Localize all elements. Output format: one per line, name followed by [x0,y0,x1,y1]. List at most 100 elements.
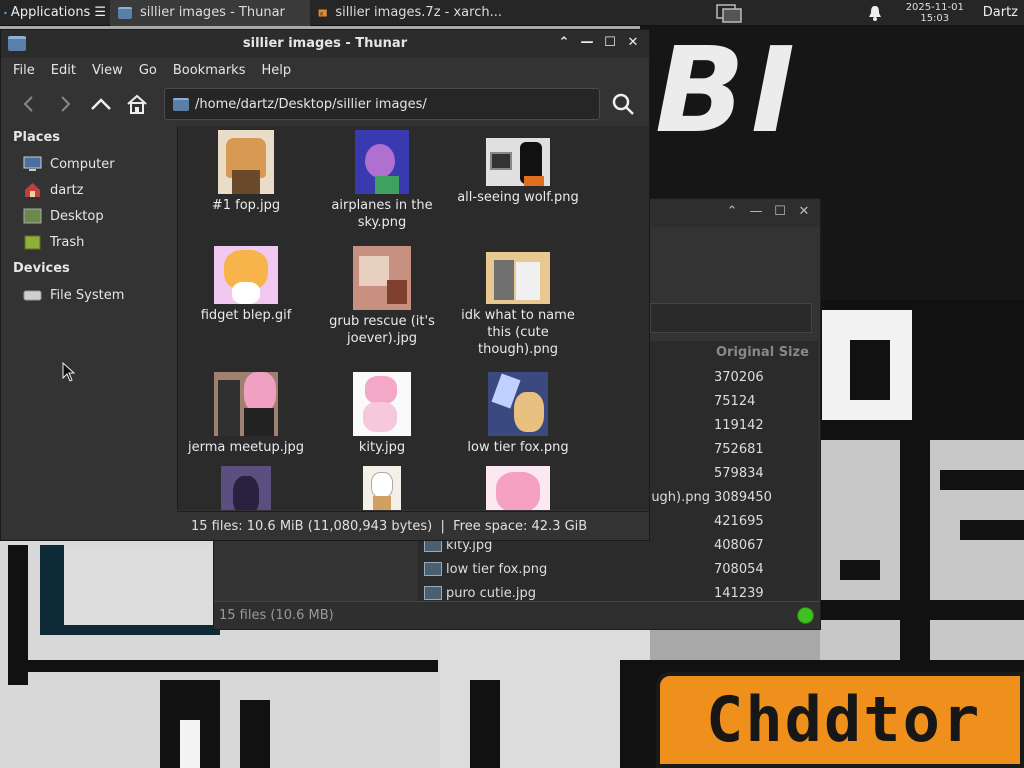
file-item[interactable]: grub rescue (it's joever).jpg [314,246,450,347]
wallpaper-pixel [240,700,270,768]
menu-view[interactable]: View [84,63,131,78]
wallpaper-sign-text: Chddtor [706,683,982,756]
clock-date: 2025-11-01 [905,1,964,13]
location-bar[interactable]: /home/dartz/Desktop/sillier images/ [164,88,600,120]
sidebar-item-label: Desktop [50,208,104,224]
chevron-up-icon[interactable]: ⌃ [724,204,740,219]
sidebar-header-places: Places [13,130,61,145]
sidebar-item-dartz[interactable]: dartz [23,179,83,201]
home-button[interactable] [119,86,155,122]
file-item[interactable]: airplanes in the sky.png [314,130,450,231]
folder-icon [118,6,132,19]
taskbar-item-label: sillier images.7z - xarch... [335,5,502,20]
menu-file[interactable]: File [5,63,43,78]
sidebar-item-desktop[interactable]: Desktop [23,205,104,227]
xarchiver-location-bar[interactable] [650,303,812,333]
thunar-titlebar[interactable]: sillier images - Thunar ⌃ — ☐ ✕ [1,30,649,58]
file-name: low tier fox.png [467,440,569,455]
file-item[interactable]: jerma meetup.jpg [178,372,314,456]
file-name: #1 fop.jpg [211,198,281,213]
location-path: /home/dartz/Desktop/sillier images/ [195,96,427,112]
menu-help[interactable]: Help [253,63,299,78]
bell-icon [868,5,881,21]
sidebar-item-label: Computer [50,156,115,172]
chevron-left-icon [23,96,33,112]
file-item[interactable] [178,466,314,510]
file-item[interactable]: fidget blep.gif [178,246,314,324]
maximize-icon[interactable]: ☐ [602,35,618,50]
file-size: 579834 [714,465,764,481]
menu-go[interactable]: Go [131,63,165,78]
image-thumbnail [355,130,409,194]
search-icon [612,93,634,115]
applications-menu-button[interactable]: Applications ☰ [0,0,110,26]
wallpaper-cap-text: BI [655,21,801,159]
file-size: 3089450 [714,489,772,505]
panel-clock[interactable]: 2025-11-01 15:03 [895,2,975,24]
image-thumbnail [486,138,550,186]
wallpaper-pixel [850,340,890,400]
status-bar: 15 files: 10.6 MiB (11,080,943 bytes) | … [177,511,649,540]
taskbar-item-xarchiver[interactable]: x sillier images.7z - xarch... [310,0,510,26]
taskbar-item-thunar[interactable]: sillier images - Thunar [110,0,310,26]
file-size: 421695 [714,513,764,529]
file-item[interactable]: low tier fox.png [450,372,586,456]
table-row[interactable]: low tier fox.png 708054 [418,557,818,581]
user-menu[interactable]: Dartz [975,5,1024,20]
file-item[interactable]: kity.jpg [314,372,450,456]
applications-suffix: ☰ [94,5,106,20]
up-button[interactable] [83,86,119,122]
minimize-icon[interactable]: — [748,204,764,219]
sidebar-item-computer[interactable]: Computer [23,153,115,175]
file-item[interactable]: all-seeing wolf.png [450,130,586,206]
forward-button[interactable] [47,86,83,122]
image-thumbnail [488,372,548,436]
file-item[interactable]: idk what to name this (cute though).png [450,246,586,358]
image-thumbnail [353,246,411,310]
chevron-up-icon[interactable]: ⌃ [556,35,572,50]
file-size: 708054 [714,561,764,577]
wallpaper-pixel [940,470,1024,490]
notification-bell[interactable] [855,5,895,21]
menu-edit[interactable]: Edit [43,63,84,78]
file-size: 370206 [714,369,764,385]
file-name: puro cutie.jpg [418,586,714,601]
wallpaper-pixel [820,600,1024,620]
sidebar-item-file-system[interactable]: File System [23,284,124,306]
wallpaper-pixel [180,720,200,768]
xarchiver-status-bar: 15 files (10.6 MB) [214,601,820,629]
svg-text:x: x [320,11,324,17]
home-folder-icon [25,183,40,197]
file-item[interactable] [314,466,450,510]
close-icon[interactable]: ✕ [796,204,812,219]
xfce-logo-icon [4,11,7,14]
trash-icon [24,235,41,250]
back-button[interactable] [11,86,47,122]
toolbar: /home/dartz/Desktop/sillier images/ [1,84,649,124]
wallpaper-pixel [64,545,214,625]
menu-bookmarks[interactable]: Bookmarks [165,63,254,78]
file-item[interactable]: #1 fop.jpg [178,130,314,214]
drive-icon [23,290,42,301]
file-icon-view[interactable]: #1 fop.jpg airplanes in the sky.png all-… [177,126,649,510]
sidebar-header-devices: Devices [13,261,70,276]
table-row[interactable]: puro cutie.jpg 141239 [418,581,818,603]
top-panel: Applications ☰ sillier images - Thunar x… [0,0,1024,26]
maximize-icon[interactable]: ☐ [772,204,788,219]
chevron-up-icon [91,98,111,110]
column-header-original-size[interactable]: Original Size [716,345,809,360]
sidebar-item-label: File System [50,287,125,303]
minimize-icon[interactable]: — [579,35,595,50]
image-thumbnail [353,372,411,436]
sidebar-item-trash[interactable]: Trash [23,231,84,253]
file-item[interactable] [450,466,586,510]
image-thumbnail [363,466,401,510]
file-name-text: low tier fox.png [446,561,548,577]
workspace-switcher[interactable] [699,3,759,23]
desktop-icon [23,208,42,224]
search-button[interactable] [605,88,641,120]
close-icon[interactable]: ✕ [625,35,641,50]
file-name: kity.jpg [358,440,406,455]
file-size: 752681 [714,441,764,457]
mouse-cursor-icon [62,362,76,382]
